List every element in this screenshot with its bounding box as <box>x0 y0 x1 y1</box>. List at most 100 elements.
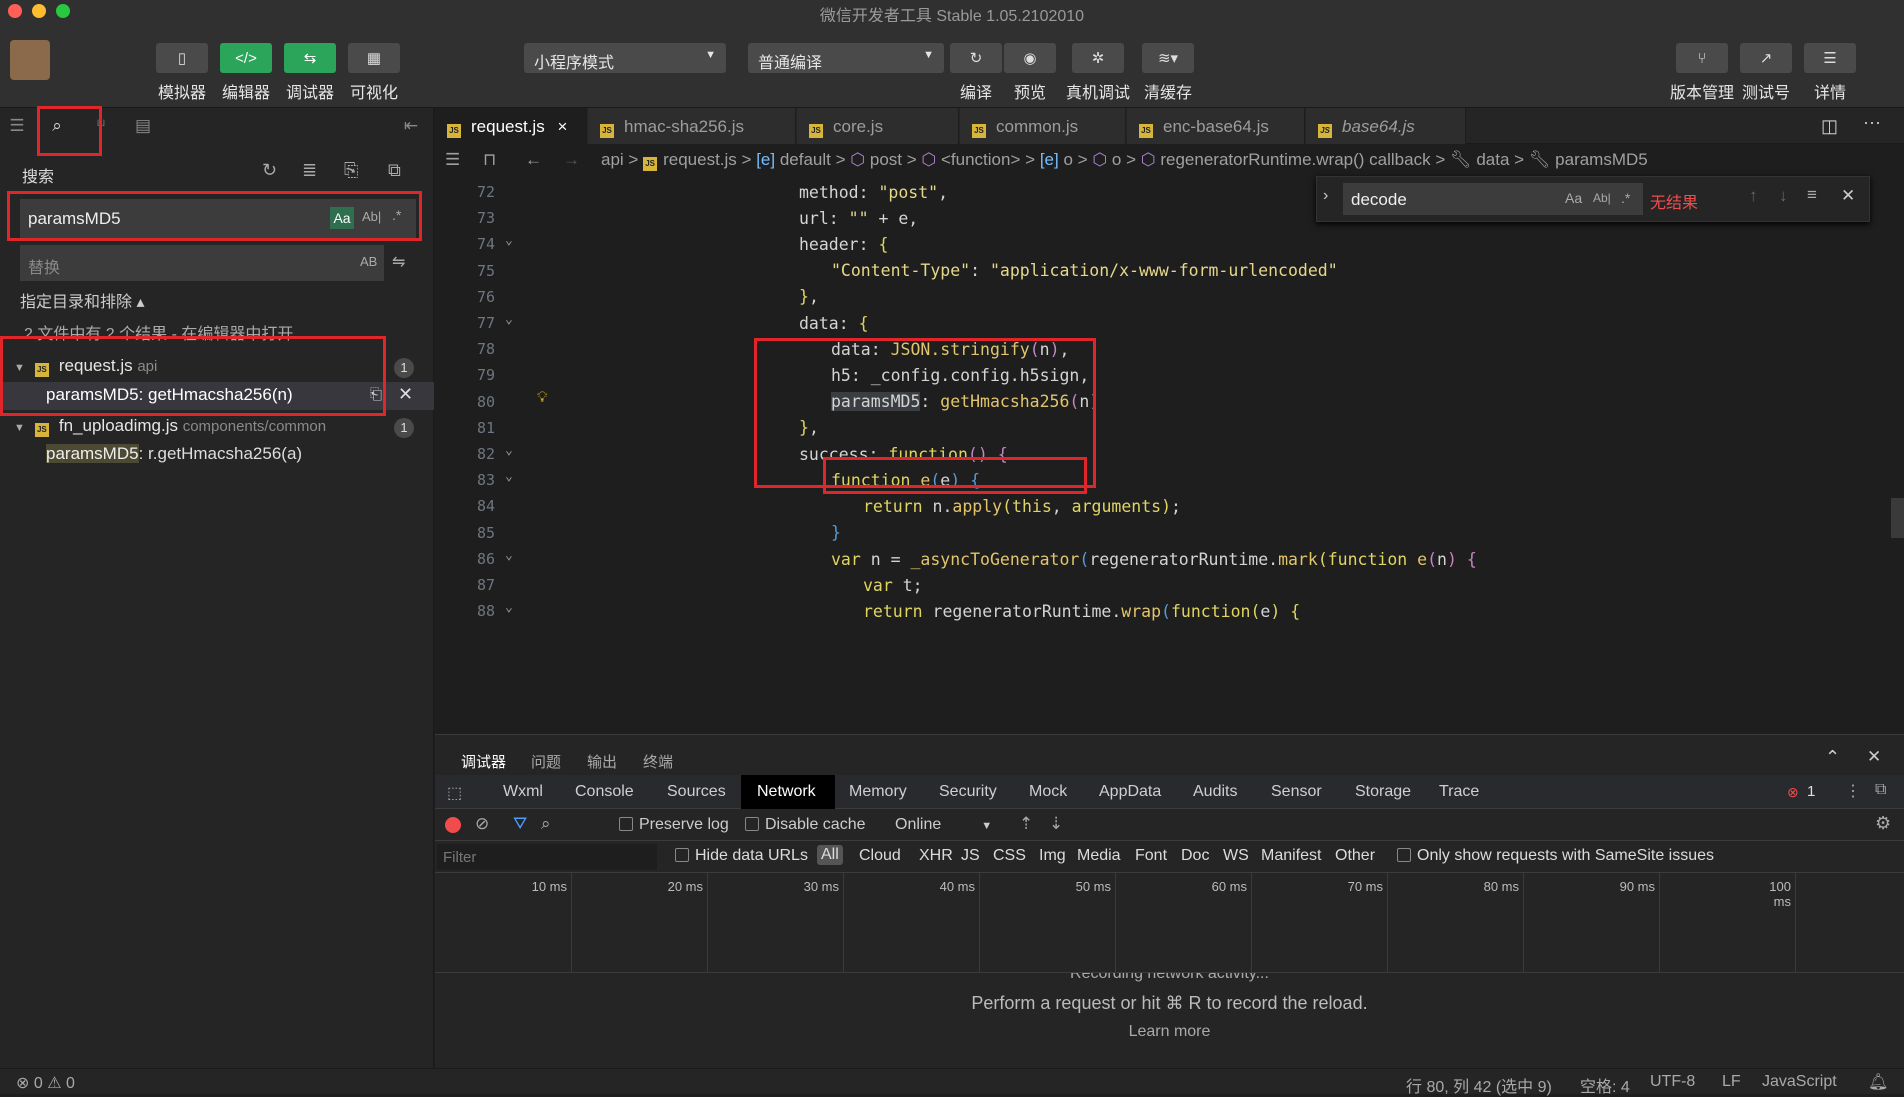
filter-input[interactable]: Filter <box>437 844 657 870</box>
samesite-checkbox[interactable]: Only show requests with SameSite issues <box>1397 847 1714 865</box>
breadcrumb-item[interactable]: request.js <box>663 150 737 169</box>
results-summary[interactable]: 2 文件中有 2 个结果 - 在编辑器中打开 <box>24 320 293 344</box>
hide-data-urls-checkbox[interactable]: Hide data URLs <box>675 847 808 865</box>
type-media[interactable]: Media <box>1077 847 1121 865</box>
extensions-icon[interactable]: ▤ <box>132 116 154 138</box>
search-input[interactable]: paramsMD5 Aa Ab| .* <box>20 199 416 239</box>
compile-button[interactable]: ↻ 编译 <box>950 43 1002 103</box>
compile-select[interactable]: 普通编译 ▼ <box>748 43 944 73</box>
type-xhr[interactable]: XHR <box>919 847 953 865</box>
type-cloud[interactable]: Cloud <box>859 847 901 865</box>
replace-input[interactable]: 替换 AB <box>20 245 384 281</box>
tab-terminal[interactable]: 终端 <box>643 751 673 772</box>
disable-cache-checkbox[interactable]: Disable cache <box>745 816 866 834</box>
mode-select[interactable]: 小程序模式 ▼ <box>524 43 726 73</box>
tab-problems[interactable]: 问题 <box>531 751 561 772</box>
type-font[interactable]: Font <box>1135 847 1167 865</box>
tab-network[interactable]: Network <box>757 783 816 801</box>
import-har-icon[interactable]: ⇡ <box>1019 814 1033 834</box>
preview-button[interactable]: ◉ 预览 <box>1004 43 1056 103</box>
editor-button[interactable]: </> 编辑器 <box>220 43 272 103</box>
tab-trace[interactable]: Trace <box>1439 783 1479 801</box>
tab-request-js[interactable]: JS request.js × <box>435 108 587 144</box>
indentation[interactable]: 空格: 4 <box>1580 1073 1630 1097</box>
preserve-log-checkbox[interactable]: Preserve log <box>619 816 729 834</box>
arrow-down-icon[interactable]: ↓ <box>1779 186 1788 206</box>
list-icon[interactable]: ☰ <box>6 116 28 138</box>
problems-indicator[interactable]: ⊗ 0 ⚠ 0 <box>16 1073 75 1093</box>
search-icon[interactable]: ⌕ <box>541 814 551 834</box>
bookmark-icon[interactable]: ⊓ <box>483 150 496 170</box>
fold-chevron-icon[interactable]: ⌄ <box>505 233 513 248</box>
close-icon[interactable]: × <box>557 117 567 136</box>
scrollbar[interactable] <box>1891 498 1904 538</box>
tab-mock[interactable]: Mock <box>1029 783 1067 801</box>
remote-debug-button[interactable]: ✲ 真机调试 <box>1066 43 1130 103</box>
eol[interactable]: LF <box>1722 1073 1741 1091</box>
tab-core-js[interactable]: JS core.js <box>797 108 959 144</box>
result-file-uploadimg[interactable]: ▼ JS fn_uploadimg.js components/common <box>14 416 326 437</box>
inspect-icon[interactable]: ⬚ <box>447 783 462 803</box>
close-icon[interactable]: ✕ <box>398 384 413 405</box>
outline-icon[interactable]: ☰ <box>445 150 460 170</box>
tab-console[interactable]: Console <box>575 783 634 801</box>
tab-sensor[interactable]: Sensor <box>1271 783 1322 801</box>
breadcrumb-item[interactable]: <function> <box>941 150 1020 169</box>
type-img[interactable]: Img <box>1039 847 1066 865</box>
clear-results-icon[interactable]: ≣ <box>302 160 317 181</box>
clear-cache-button[interactable]: ≋▾ 清缓存 <box>1142 43 1194 103</box>
code-editor[interactable]: 72 73 74 ⌄ 75 76 77 ⌄ 78 79 80 81 82 ⌄ 83 ⌄ 84 85 86 ⌄ 87 88 ⌄… <box>435 178 1904 733</box>
regex-toggle[interactable]: .* <box>1621 190 1630 206</box>
cursor-position[interactable]: 行 80, 列 42 (选中 9) <box>1406 1073 1552 1097</box>
record-button[interactable] <box>445 817 461 833</box>
tab-memory[interactable]: Memory <box>849 783 907 801</box>
result-file-request[interactable]: ▼ JS request.js api <box>14 356 157 377</box>
tab-hmac-sha256-js[interactable]: JS hmac-sha256.js <box>588 108 796 144</box>
regex-toggle[interactable]: .* <box>392 207 401 223</box>
visual-button[interactable]: ▦ 可视化 <box>348 43 400 103</box>
undock-icon[interactable]: ⧉ <box>1875 781 1886 799</box>
throttle-select[interactable]: Online ▼ <box>895 816 992 834</box>
test-account-button[interactable]: ↗ 测试号 <box>1740 43 1792 103</box>
close-icon[interactable]: ✕ <box>1841 186 1855 206</box>
language-mode[interactable]: JavaScript <box>1762 1073 1837 1091</box>
fold-chevron-icon[interactable]: ⌄ <box>505 548 513 563</box>
breadcrumb-item[interactable]: default <box>780 150 831 169</box>
type-other[interactable]: Other <box>1335 847 1375 865</box>
version-control-button[interactable]: ⑂ 版本管理 <box>1670 43 1734 103</box>
settings-icon[interactable]: ⚙ <box>1875 813 1891 834</box>
back-icon[interactable]: ← <box>525 150 542 170</box>
fold-chevron-icon[interactable]: ⌄ <box>505 469 513 484</box>
tab-appdata[interactable]: AppData <box>1099 783 1161 801</box>
result-match-row[interactable]: paramsMD5: r.getHmacsha256(a) <box>46 444 302 464</box>
tab-wxml[interactable]: Wxml <box>503 783 543 801</box>
split-editor-icon[interactable]: ◫ <box>1821 116 1838 137</box>
export-har-icon[interactable]: ⇣ <box>1049 814 1063 834</box>
result-match-row[interactable]: paramsMD5: getHmacsha256(n) ⎗ ✕ <box>0 382 434 410</box>
preserve-case-toggle[interactable]: AB <box>360 254 377 269</box>
new-search-editor-icon[interactable]: ⎘ <box>344 160 358 181</box>
collapse-icon[interactable]: ⇤ <box>400 116 422 138</box>
branch-icon[interactable]: ⑂ <box>90 116 112 138</box>
fold-chevron-icon[interactable]: ⌄ <box>505 443 513 458</box>
tab-base64-js[interactable]: JS base64.js <box>1306 108 1466 144</box>
replace-all-icon[interactable]: ⇋ <box>392 252 405 272</box>
encoding[interactable]: UTF-8 <box>1650 1073 1695 1091</box>
refresh-icon[interactable]: ↻ <box>262 160 277 181</box>
breadcrumb-item[interactable]: o <box>1063 150 1072 169</box>
breadcrumb-item[interactable]: data <box>1476 150 1509 169</box>
type-ws[interactable]: WS <box>1223 847 1249 865</box>
type-js[interactable]: JS <box>961 847 980 865</box>
breadcrumb-item[interactable]: o <box>1112 150 1121 169</box>
tab-debugger[interactable]: 调试器 <box>461 751 507 778</box>
type-all[interactable]: All <box>817 845 843 865</box>
match-case-toggle[interactable]: Aa <box>330 207 354 229</box>
avatar[interactable] <box>10 40 50 80</box>
whole-word-toggle[interactable]: Ab| <box>362 209 381 224</box>
chevron-right-icon[interactable]: › <box>1323 187 1328 205</box>
error-count[interactable]: 1 <box>1807 783 1815 800</box>
search-icon[interactable]: ⌕ <box>46 116 68 138</box>
tab-common-js[interactable]: JS common.js <box>960 108 1126 144</box>
find-input[interactable]: decode Aa Ab| .* <box>1343 183 1643 215</box>
kebab-menu-icon[interactable]: ⋮ <box>1845 781 1861 801</box>
